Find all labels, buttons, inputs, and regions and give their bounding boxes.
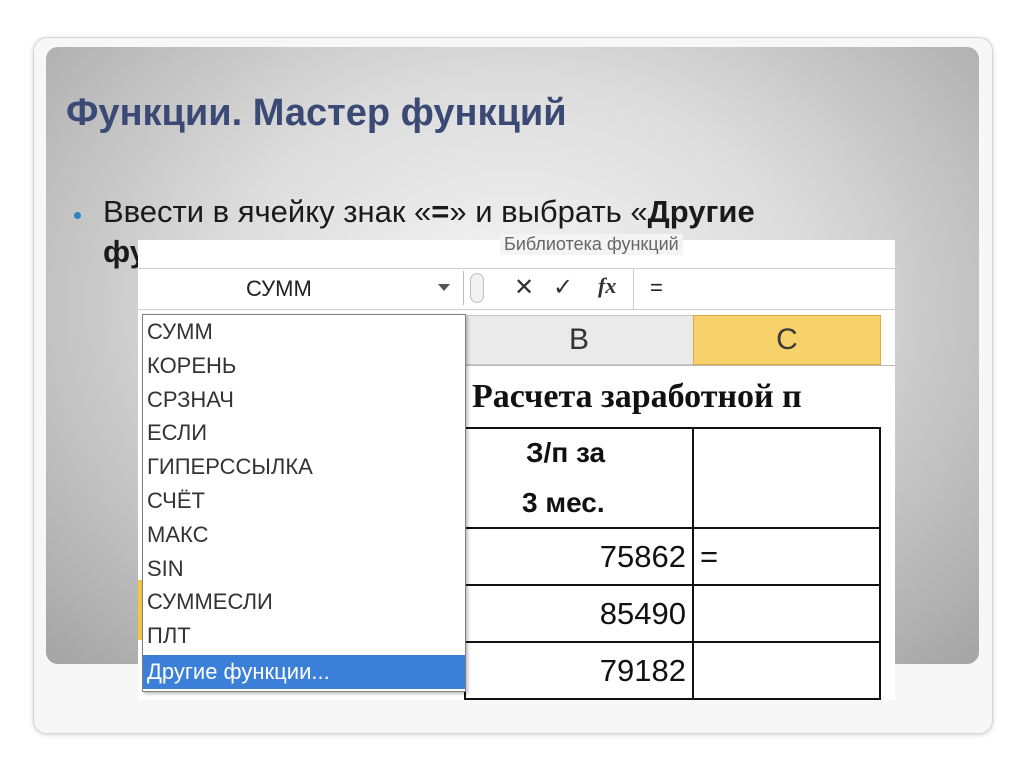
bullet-equals-sign: = [431, 194, 450, 229]
header-cell-line1: З/п за [526, 437, 606, 468]
formula-input-divider [633, 269, 634, 309]
value-b3: 79182 [599, 653, 686, 688]
function-dropdown-list[interactable]: СУММ КОРЕНЬ СРЗНАЧ ЕСЛИ ГИПЕРССЫЛКА СЧЁТ… [142, 314, 466, 692]
value-cell-b2[interactable]: 85490 [464, 584, 694, 643]
dropdown-item[interactable]: SIN [143, 552, 465, 586]
dropdown-item[interactable]: ГИПЕРССЫЛКА [143, 450, 465, 484]
cancel-icon[interactable]: ✕ [514, 273, 534, 302]
value-cell-b3[interactable]: 79182 [464, 641, 694, 700]
dropdown-item[interactable]: МАКС [143, 518, 465, 552]
value-cell-c3[interactable] [692, 641, 881, 700]
active-cell-value: = [700, 539, 719, 574]
active-cell-c1[interactable]: = [692, 527, 881, 586]
dropdown-item[interactable]: СРЗНАЧ [143, 383, 465, 417]
value-cell-b1[interactable]: 75862 [464, 527, 694, 586]
value-b2: 85490 [599, 596, 686, 631]
bullet-text-part2: » и выбрать « [449, 194, 648, 229]
ribbon-group-label: Библиотека функций [500, 234, 683, 255]
dropdown-item[interactable]: СУММЕСЛИ [143, 585, 465, 619]
formula-input[interactable]: = [650, 275, 663, 301]
slide-title: Функции. Мастер функций [66, 92, 567, 134]
column-header-b[interactable]: B [464, 315, 694, 365]
bullet-text-part1: Ввести в ячейку знак « [103, 194, 432, 229]
name-box[interactable]: СУММ [138, 271, 464, 305]
insert-function-icon[interactable]: fx [598, 273, 616, 299]
value-b1: 75862 [599, 539, 686, 574]
header-separator [464, 365, 895, 366]
dropdown-item[interactable]: СЧЁТ [143, 484, 465, 518]
chevron-down-icon[interactable] [438, 284, 450, 291]
dropdown-item[interactable]: ЕСЛИ [143, 416, 465, 450]
dropdown-item[interactable]: СУММ [143, 315, 465, 349]
dropdown-item[interactable]: КОРЕНЬ [143, 349, 465, 383]
bullet-bold-text: Другие [647, 194, 755, 229]
bullet-dot [74, 212, 81, 219]
name-box-value: СУММ [246, 276, 312, 301]
dropdown-item-other-functions[interactable]: Другие функции... [143, 654, 465, 689]
column-header-c[interactable]: C [693, 315, 881, 365]
sheet-title-cell[interactable]: Расчета заработной п [472, 378, 802, 416]
header-cell-c[interactable] [692, 427, 881, 529]
bullet-text: Ввести в ячейку знак «=» и выбрать «Друг… [103, 192, 755, 232]
check-icon[interactable]: ✓ [553, 273, 573, 302]
formula-bar-splitter[interactable] [470, 273, 484, 303]
value-cell-c2[interactable] [692, 584, 881, 643]
header-cell-line2: 3 мес. [522, 487, 605, 518]
formula-bar: СУММ ✕ ✓ fx = [138, 268, 895, 310]
header-cell-b[interactable]: З/п за 3 мес. [464, 427, 694, 529]
dropdown-item[interactable]: ПЛТ [143, 619, 465, 653]
